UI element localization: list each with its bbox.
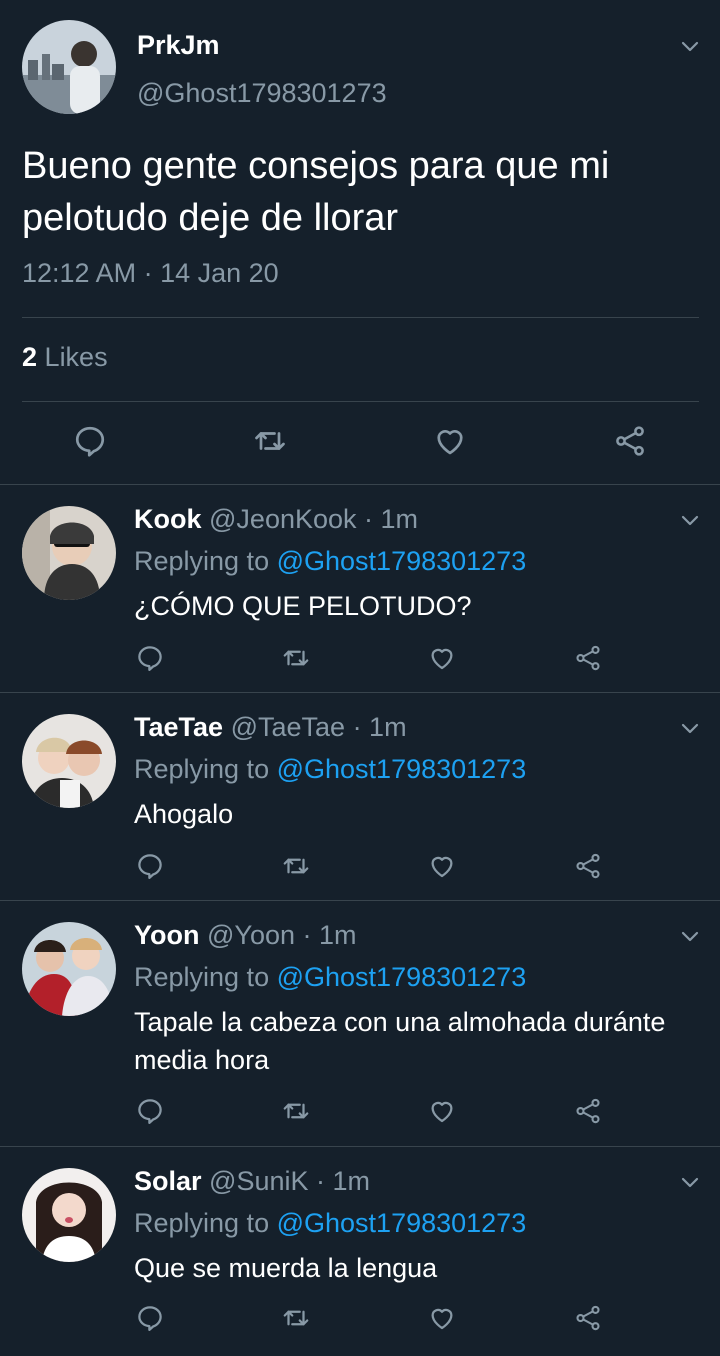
divider <box>22 317 699 318</box>
retweet-icon[interactable] <box>252 423 288 459</box>
avatar[interactable] <box>22 506 116 600</box>
replying-handle-link[interactable]: @Ghost1798301273 <box>277 754 527 784</box>
heart-icon[interactable] <box>427 643 457 673</box>
reply-icon[interactable] <box>135 851 165 881</box>
reply-tweet[interactable]: Solar @SuniK · 1m Replying to @Ghost1798… <box>0 1148 720 1354</box>
divider <box>0 484 720 485</box>
share-icon[interactable] <box>573 1303 603 1333</box>
reply-time: · 1m <box>364 504 419 534</box>
chevron-down-icon[interactable] <box>678 924 702 948</box>
reply-time: · 1m <box>316 1166 371 1196</box>
divider <box>0 692 720 693</box>
share-icon[interactable] <box>573 851 603 881</box>
replying-handle-link[interactable]: @Ghost1798301273 <box>277 1208 527 1238</box>
replying-handle-link[interactable]: @Ghost1798301273 <box>277 962 527 992</box>
retweet-icon[interactable] <box>281 643 311 673</box>
replying-handle-link[interactable]: @Ghost1798301273 <box>277 546 527 576</box>
replying-to: Replying to @Ghost1798301273 <box>134 962 526 993</box>
reply-text: ¿CÓMO QUE PELOTUDO? <box>134 591 472 621</box>
replying-label: Replying to <box>134 962 270 992</box>
retweet-icon[interactable] <box>281 1303 311 1333</box>
author-handle[interactable]: @Ghost1798301273 <box>137 78 387 109</box>
replying-to: Replying to @Ghost1798301273 <box>134 754 526 785</box>
reply-header: Kook @JeonKook · 1m <box>134 504 418 535</box>
reply-tweet[interactable]: Yoon @Yoon · 1m Replying to @Ghost179830… <box>0 902 720 1146</box>
heart-icon[interactable] <box>427 1303 457 1333</box>
avatar[interactable] <box>22 1168 116 1262</box>
share-icon[interactable] <box>612 423 648 459</box>
avatar[interactable] <box>22 714 116 808</box>
likes-label: Likes <box>44 342 108 372</box>
likes-count[interactable]: 2 Likes <box>22 342 108 373</box>
heart-icon[interactable] <box>432 423 468 459</box>
reply-header: TaeTae @TaeTae · 1m <box>134 712 407 743</box>
reply-text: Ahogalo <box>134 799 234 829</box>
reply-author-name[interactable]: TaeTae <box>134 712 223 742</box>
reply-time: · 1m <box>352 712 407 742</box>
author-name[interactable]: PrkJm <box>137 30 220 61</box>
reply-author-handle[interactable]: @TaeTae <box>231 712 345 742</box>
chevron-down-icon[interactable] <box>678 1170 702 1194</box>
reply-icon[interactable] <box>135 1303 165 1333</box>
reply-header: Solar @SuniK · 1m <box>134 1166 370 1197</box>
tweet-timestamp[interactable]: 12:12 AM · 14 Jan 20 <box>22 258 279 289</box>
chevron-down-icon[interactable] <box>678 508 702 532</box>
chevron-down-icon[interactable] <box>678 716 702 740</box>
reply-text: Que se muerda la lengua <box>134 1253 438 1283</box>
likes-number: 2 <box>22 342 38 372</box>
replying-label: Replying to <box>134 546 270 576</box>
reply-author-name[interactable]: Solar <box>134 1166 202 1196</box>
reply-icon[interactable] <box>135 1096 165 1126</box>
reply-icon[interactable] <box>135 643 165 673</box>
reply-author-handle[interactable]: @Yoon <box>207 920 295 950</box>
chevron-down-icon[interactable] <box>678 34 702 58</box>
share-icon[interactable] <box>573 643 603 673</box>
replying-label: Replying to <box>134 1208 270 1238</box>
reply-tweet[interactable]: Kook @JeonKook · 1m Replying to @Ghost17… <box>0 486 720 692</box>
reply-author-name[interactable]: Kook <box>134 504 202 534</box>
divider <box>0 900 720 901</box>
replying-label: Replying to <box>134 754 270 784</box>
reply-header: Yoon @Yoon · 1m <box>134 920 357 951</box>
retweet-icon[interactable] <box>281 1096 311 1126</box>
divider <box>22 401 699 402</box>
avatar[interactable] <box>22 20 116 114</box>
divider <box>0 1146 720 1147</box>
reply-tweet[interactable]: TaeTae @TaeTae · 1m Replying to @Ghost17… <box>0 694 720 900</box>
tweet-text: Bueno gente consejos para que mi pelotud… <box>22 145 610 239</box>
reply-author-handle[interactable]: @SuniK <box>209 1166 308 1196</box>
retweet-icon[interactable] <box>281 851 311 881</box>
replying-to: Replying to @Ghost1798301273 <box>134 1208 526 1239</box>
reply-icon[interactable] <box>72 423 108 459</box>
avatar[interactable] <box>22 922 116 1016</box>
heart-icon[interactable] <box>427 1096 457 1126</box>
share-icon[interactable] <box>573 1096 603 1126</box>
reply-text: Tapale la cabeza con una almohada duránt… <box>134 1007 666 1075</box>
reply-author-handle[interactable]: @JeonKook <box>209 504 357 534</box>
heart-icon[interactable] <box>427 851 457 881</box>
reply-time: · 1m <box>302 920 357 950</box>
replying-to: Replying to @Ghost1798301273 <box>134 546 526 577</box>
reply-author-name[interactable]: Yoon <box>134 920 199 950</box>
